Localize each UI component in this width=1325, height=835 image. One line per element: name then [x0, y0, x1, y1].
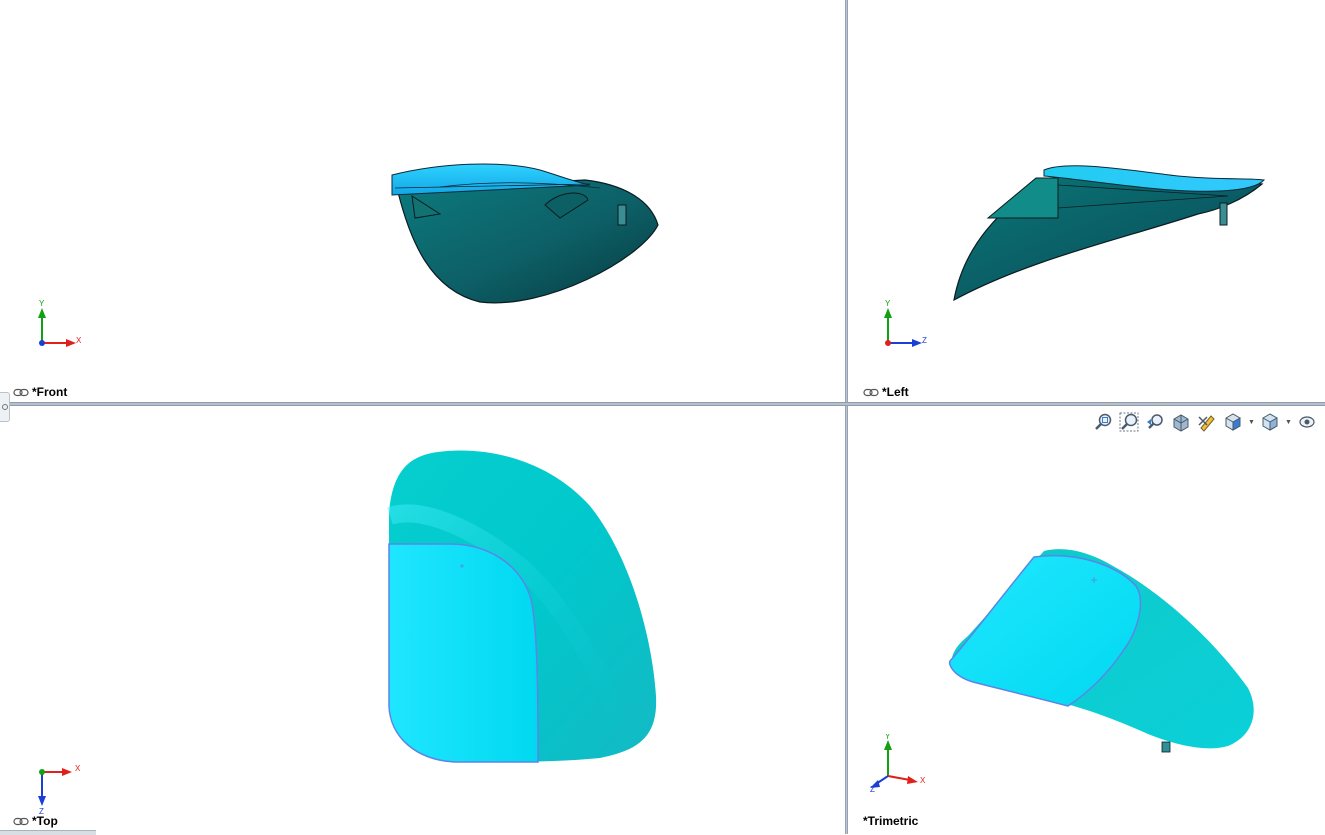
viewport-label-top[interactable]: *Top — [13, 814, 58, 828]
panel-collapse-handle[interactable] — [0, 392, 10, 422]
viewport-label-left[interactable]: *Left — [863, 385, 909, 399]
axis-triad-left: Y Z — [878, 298, 938, 355]
axis-z-label: Z — [39, 807, 44, 814]
link-views-icon — [863, 388, 879, 396]
heads-up-view-toolbar: ▼ ▼ — [1092, 411, 1318, 433]
axis-y-label: Y — [885, 299, 891, 308]
dynamic-annotation-views-button[interactable] — [1196, 411, 1218, 433]
viewport-title: *Top — [32, 814, 58, 828]
axis-x-label: X — [920, 776, 926, 785]
top-view-model — [387, 450, 657, 763]
view-orientation-dropdown[interactable]: ▼ — [1248, 411, 1255, 433]
axis-x-label: X — [75, 764, 81, 773]
axis-triad-top: X Z — [32, 762, 92, 819]
viewport-title: *Trimetric — [863, 814, 919, 828]
viewport-title: *Left — [882, 385, 909, 399]
viewport-title: *Front — [32, 385, 68, 399]
viewport-top[interactable]: X Z *Top — [0, 406, 845, 834]
axis-x-label: X — [76, 336, 82, 345]
viewport-splitter-horizontal[interactable] — [0, 402, 1325, 406]
zoom-to-area-button[interactable] — [1118, 411, 1140, 433]
zoom-to-fit-icon — [1095, 413, 1112, 430]
viewport-left[interactable]: Y Z *Left — [848, 0, 1325, 402]
viewport-front[interactable]: Y X *Front — [0, 0, 845, 402]
dynamic-annotation-views-icon — [1198, 415, 1215, 432]
section-view-button[interactable] — [1170, 411, 1192, 433]
status-strip — [0, 830, 96, 835]
viewport-label-front[interactable]: *Front — [13, 385, 67, 399]
axis-y-label: Y — [885, 734, 891, 741]
section-view-icon — [1173, 414, 1189, 432]
axis-z-label: Z — [922, 336, 927, 345]
viewport-trimetric[interactable]: Y X Z *Trimetric — [848, 406, 1325, 834]
axis-y-label: Y — [39, 299, 45, 308]
link-views-icon — [13, 388, 29, 396]
display-style-icon — [1262, 413, 1278, 431]
viewport-splitter-vertical[interactable] — [845, 0, 848, 834]
view-orientation-icon — [1225, 413, 1241, 431]
previous-view-button[interactable] — [1144, 411, 1166, 433]
viewport-label-trimetric[interactable]: *Trimetric — [863, 814, 918, 828]
axis-z-label: Z — [870, 785, 875, 792]
front-view-model — [391, 163, 659, 304]
axis-triad-front: Y X — [32, 298, 92, 355]
link-views-icon — [13, 817, 29, 825]
hide-show-items-button[interactable] — [1296, 411, 1318, 433]
view-orientation-button[interactable] — [1222, 411, 1244, 433]
display-style-button[interactable] — [1259, 411, 1281, 433]
zoom-to-area-icon — [1119, 412, 1139, 432]
previous-view-icon — [1147, 414, 1163, 429]
zoom-to-fit-button[interactable] — [1092, 411, 1114, 433]
hide-show-items-icon — [1299, 416, 1315, 428]
display-style-dropdown[interactable]: ▼ — [1285, 411, 1292, 433]
axis-triad-trimetric: Y X Z — [868, 732, 930, 797]
